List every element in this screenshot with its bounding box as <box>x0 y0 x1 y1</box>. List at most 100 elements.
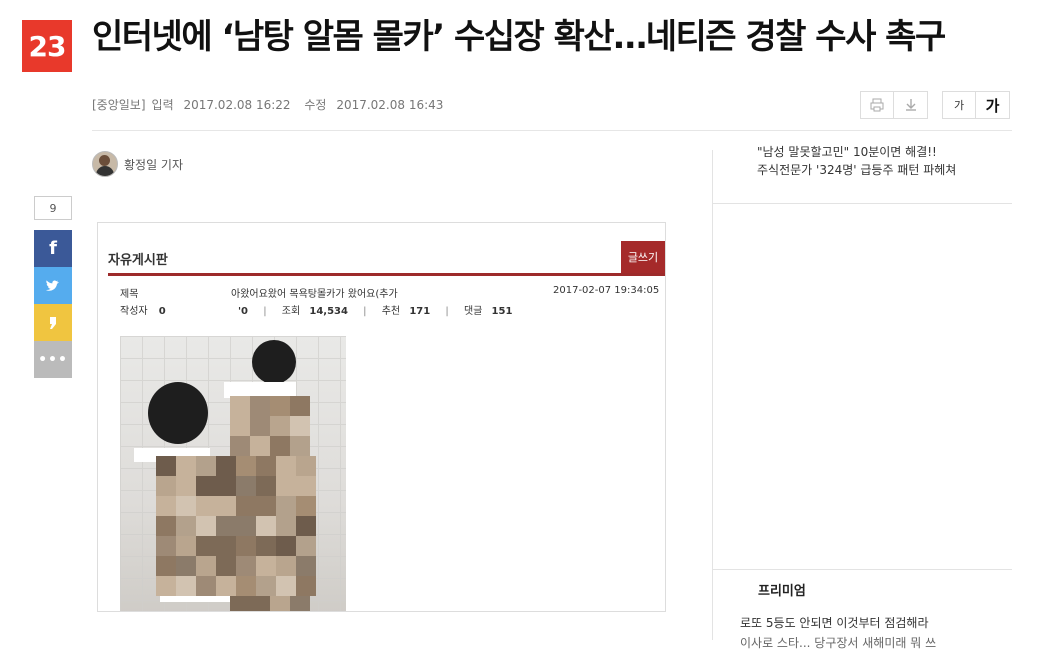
mosaic-pixel <box>156 556 176 576</box>
mosaic-pixel <box>156 476 176 496</box>
more-share-button[interactable]: ••• <box>34 341 72 378</box>
edit-label: 수정 <box>304 98 327 112</box>
avatar <box>92 151 118 177</box>
mosaic-pixel <box>236 556 256 576</box>
mosaic-pixel <box>156 576 176 596</box>
mosaic-pixel <box>276 476 296 496</box>
ad-line[interactable]: 주식전문가 '324명' 급등주 패턴 파헤쳐 <box>757 161 956 179</box>
download-button[interactable] <box>894 91 928 119</box>
mosaic-pixel <box>290 416 310 436</box>
board-header: 자유게시판 글쓰기 <box>108 241 665 276</box>
mosaic-pixel <box>290 436 310 456</box>
comments-value: 151 <box>491 306 513 317</box>
mosaic-pixel <box>176 516 196 536</box>
mosaic-pixel <box>176 536 196 556</box>
header-divider <box>92 130 1012 131</box>
mosaic-pixel <box>196 536 216 556</box>
sidebar-divider <box>713 203 1012 204</box>
mosaic-pixel <box>250 416 270 436</box>
subject-label: 제목 <box>120 289 139 300</box>
mosaic-pixel <box>296 576 316 596</box>
mosaic-pixel <box>236 496 256 516</box>
post-date: 2017-02-07 19:34:05 <box>553 285 660 296</box>
mosaic-pixel <box>176 496 196 516</box>
rank-badge: 23 <box>22 20 72 72</box>
premium-link[interactable]: 이사로 스타... 당구장서 새해미래 뭐 쓰 <box>740 634 936 651</box>
mosaic-pixel <box>156 536 176 556</box>
mosaic-pixel <box>270 596 290 611</box>
mosaic-pixel <box>256 476 276 496</box>
mosaic-pixel <box>276 556 296 576</box>
edit-time: 2017.02.08 16:43 <box>336 98 444 112</box>
mosaic-pixel <box>296 556 316 576</box>
views-label: 조회 <box>281 306 301 317</box>
mosaic-pixel <box>156 496 176 516</box>
article-image[interactable]: 자유게시판 글쓰기 제목 아왔어요왔어 목욕탕몰카가 왔어요(추가 2017-0… <box>97 222 666 612</box>
mosaic-pixel <box>296 496 316 516</box>
mosaic-pixel <box>250 596 270 611</box>
mosaic-pixel <box>236 476 256 496</box>
sidebar-divider <box>713 569 1012 570</box>
writer-value: 0 <box>158 306 166 317</box>
mosaic-pixel <box>256 516 276 536</box>
share-count: 9 <box>34 196 72 220</box>
mosaic-pixel <box>176 476 196 496</box>
mosaic-pixel <box>176 456 196 476</box>
download-icon <box>905 99 916 111</box>
kakaostory-share-button[interactable] <box>34 304 72 341</box>
person-head <box>148 382 208 444</box>
mosaic-pixel <box>196 556 216 576</box>
board-title: 자유게시판 <box>108 253 168 268</box>
mosaic-pixel <box>230 396 250 416</box>
mosaic-pixel <box>276 536 296 556</box>
ad-line[interactable]: "남성 말못할고민" 10분이면 해결!! <box>757 143 956 161</box>
author-byline[interactable]: 황정일 기자 <box>92 151 183 177</box>
mosaic-pixel <box>230 436 250 456</box>
mosaic-pixel <box>196 516 216 536</box>
author-name: 황정일 기자 <box>124 157 184 172</box>
mosaic-pixel <box>196 476 216 496</box>
facebook-icon: f <box>49 238 57 259</box>
mosaic-pixel <box>256 556 276 576</box>
mosaic-pixel <box>216 516 236 536</box>
comments-label: 댓글 <box>463 306 483 317</box>
mosaic-pixel <box>270 396 290 416</box>
mosaic-pixel <box>236 576 256 596</box>
font-increase-button[interactable]: 가 <box>976 91 1010 119</box>
input-time: 2017.02.08 16:22 <box>183 98 291 112</box>
article-tools <box>860 91 928 119</box>
source-label: [중앙일보] <box>92 98 146 112</box>
share-bar: 9 f ••• <box>34 196 72 378</box>
mosaic-pixel <box>256 536 276 556</box>
mosaic-pixel <box>276 516 296 536</box>
subject-row: 제목 <box>120 285 138 300</box>
premium-title: 프리미엄 <box>758 584 806 599</box>
write-button: 글쓰기 <box>621 241 665 273</box>
mosaic-pixel <box>230 416 250 436</box>
printer-icon <box>870 98 884 112</box>
mosaic-pixel <box>156 456 176 476</box>
print-button[interactable] <box>860 91 894 119</box>
author-row: 작성자 0 <box>120 302 166 317</box>
twitter-share-button[interactable] <box>34 267 72 304</box>
mosaic-pixel <box>256 496 276 516</box>
views-value: 14,534 <box>309 306 348 317</box>
kakaostory-icon <box>50 316 56 329</box>
recommend-label: 추천 <box>381 306 401 317</box>
mosaic-pixel <box>216 536 236 556</box>
mosaic-pixel <box>290 396 310 416</box>
input-label: 입력 <box>151 98 174 112</box>
premium-link[interactable]: 로또 5등도 안되면 이것부터 점검해라 <box>740 614 929 631</box>
font-decrease-button[interactable]: 가 <box>942 91 976 119</box>
mosaic-pixel <box>296 456 316 476</box>
recommend-value: 171 <box>409 306 431 317</box>
mosaic-pixel <box>296 536 316 556</box>
facebook-share-button[interactable]: f <box>34 230 72 267</box>
stats-row: '0 | 조회 14,534 | 추천 171 | 댓글 151 <box>238 306 513 317</box>
censored-photo <box>120 336 346 611</box>
mosaic-pixel <box>216 556 236 576</box>
mosaic-pixel <box>156 516 176 536</box>
sidebar-ad[interactable]: "남성 말못할고민" 10분이면 해결!! 주식전문가 '324명' 급등주 패… <box>757 143 956 179</box>
mosaic-pixel <box>196 496 216 516</box>
mosaic-pixel <box>216 456 236 476</box>
